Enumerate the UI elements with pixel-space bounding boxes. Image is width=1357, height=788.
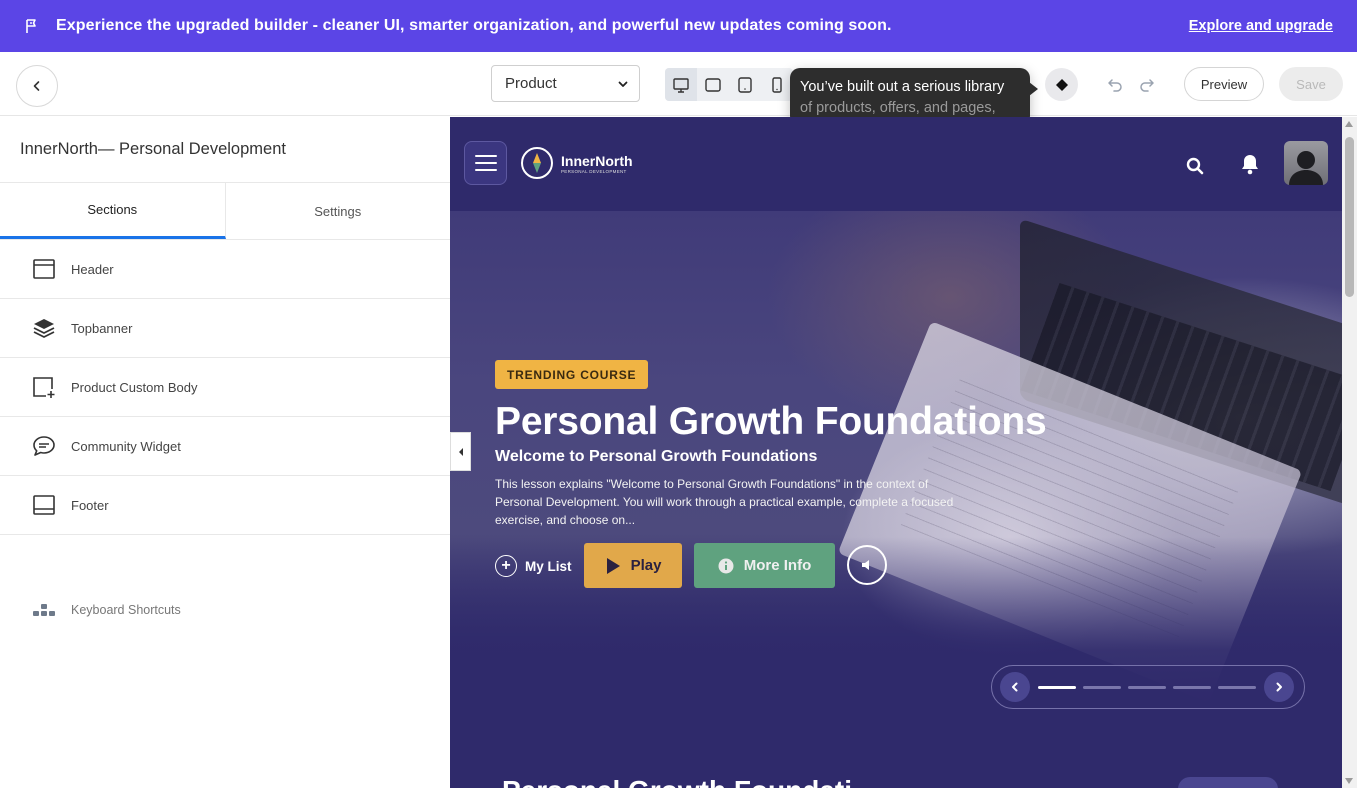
mute-button[interactable] <box>847 545 887 585</box>
my-list-button[interactable]: + My List <box>495 555 572 577</box>
compass-icon <box>521 147 553 179</box>
tablet-portrait-view-button[interactable] <box>729 68 761 101</box>
section-item-header[interactable]: Header <box>0 240 450 299</box>
section-item-label: Header <box>71 261 114 277</box>
bell-icon[interactable] <box>1240 153 1260 180</box>
slide-indicator[interactable] <box>1218 685 1256 689</box>
chevron-right-icon <box>1276 682 1282 692</box>
more-info-label: More Info <box>743 557 812 574</box>
search-icon[interactable] <box>1186 157 1204 180</box>
tab-sections[interactable]: Sections <box>0 183 226 239</box>
collapse-sidebar-button[interactable] <box>450 432 471 471</box>
announcement-message: Experience the upgraded builder - cleane… <box>56 17 892 34</box>
chevron-left-icon <box>1012 682 1018 692</box>
slide-indicator[interactable] <box>1083 685 1121 689</box>
scroll-up-arrow-icon[interactable] <box>1345 121 1353 127</box>
footer-icon <box>32 493 56 517</box>
keyboard-icon <box>32 601 56 619</box>
diamond-icon <box>1055 78 1068 91</box>
hero-title: Personal Growth Foundations <box>495 400 1047 443</box>
preview-navbar: InnerNorth PERSONAL DEVELOPMENT <box>450 117 1342 211</box>
mobile-view-button[interactable] <box>761 68 793 101</box>
page-type-select[interactable]: Product <box>491 65 640 102</box>
section-title-partial: Personal Growth Foundati <box>502 775 852 788</box>
chat-icon <box>32 434 56 458</box>
section-item-label: Product Custom Body <box>71 379 198 395</box>
back-button[interactable] <box>16 65 58 107</box>
brand-tagline: PERSONAL DEVELOPMENT <box>561 168 627 174</box>
builder-toolbar: Product You’ve built out a serious libra… <box>0 52 1357 126</box>
slide-indicators <box>1038 685 1256 689</box>
preview-button[interactable]: Preview <box>1184 67 1264 101</box>
layers-icon <box>32 316 56 340</box>
chevron-down-icon <box>617 78 629 90</box>
my-list-label: My List <box>525 558 572 574</box>
redo-icon <box>1140 79 1154 92</box>
window-icon <box>32 257 56 281</box>
ai-assistant-button[interactable] <box>1045 68 1078 101</box>
next-slide-button[interactable] <box>1264 672 1294 702</box>
more-info-button[interactable]: More Info <box>694 543 835 588</box>
undo-icon <box>1108 79 1122 92</box>
play-button[interactable]: Play <box>584 543 682 588</box>
announcement-bar: Experience the upgraded builder - cleane… <box>0 0 1357 52</box>
section-item-topbanner[interactable]: Topbanner <box>0 299 450 358</box>
hero-subtitle: Welcome to Personal Growth Foundations <box>495 448 818 465</box>
tooltip-line-1: You’ve built out a serious library <box>800 79 1005 95</box>
play-icon <box>606 557 620 574</box>
section-action-pill[interactable] <box>1178 777 1278 788</box>
tooltip-line-2: of products, offers, and pages, <box>800 100 996 116</box>
flag-icon <box>24 18 40 34</box>
site-title: InnerNorth— Personal Development <box>0 117 450 183</box>
sidebar-panel: InnerNorth— Personal Development Section… <box>0 117 450 788</box>
info-icon <box>718 558 734 573</box>
page-type-value: Product <box>505 75 557 92</box>
section-item-label: Footer <box>71 497 109 513</box>
slide-controls <box>991 665 1305 709</box>
preview-scrollbar[interactable] <box>1342 117 1357 788</box>
brand-name: InnerNorth <box>561 152 633 169</box>
caret-left-icon <box>458 447 463 456</box>
trending-badge: TRENDING COURSE <box>495 360 649 389</box>
prev-slide-button[interactable] <box>1000 672 1030 702</box>
speaker-icon <box>862 560 869 570</box>
scroll-down-arrow-icon[interactable] <box>1345 778 1353 784</box>
tablet-landscape-icon <box>705 77 721 92</box>
keyboard-shortcuts-link[interactable]: Keyboard Shortcuts <box>32 601 181 619</box>
tablet-landscape-view-button[interactable] <box>697 68 729 101</box>
sidebar-tabs: Sections Settings <box>0 183 450 240</box>
slide-indicator[interactable] <box>1128 685 1166 689</box>
explore-upgrade-link[interactable]: Explore and upgrade <box>1189 18 1333 34</box>
slide-indicator[interactable] <box>1038 685 1076 689</box>
tablet-portrait-icon <box>738 76 752 93</box>
section-item-footer[interactable]: Footer <box>0 476 450 535</box>
mobile-icon <box>772 76 782 93</box>
chevron-left-icon <box>33 81 40 91</box>
tab-settings[interactable]: Settings <box>226 183 451 239</box>
section-item-label: Community Widget <box>71 438 181 454</box>
brand-logo[interactable]: InnerNorth PERSONAL DEVELOPMENT <box>521 147 633 179</box>
redo-button[interactable] <box>1136 74 1158 96</box>
section-item-product-custom-body[interactable]: Product Custom Body <box>0 358 450 417</box>
scrollbar-thumb[interactable] <box>1345 137 1354 297</box>
plus-circle-icon: + <box>495 555 517 577</box>
hamburger-menu-button[interactable] <box>464 141 507 185</box>
device-switcher <box>665 68 793 101</box>
avatar[interactable] <box>1284 141 1328 185</box>
desktop-view-button[interactable] <box>665 68 697 101</box>
slide-indicator[interactable] <box>1173 685 1211 689</box>
hero-description: This lesson explains "Welcome to Persona… <box>495 477 954 527</box>
play-label: Play <box>630 557 662 574</box>
section-item-community-widget[interactable]: Community Widget <box>0 417 450 476</box>
add-box-icon <box>32 375 56 399</box>
undo-button[interactable] <box>1104 74 1126 96</box>
keyboard-shortcuts-label: Keyboard Shortcuts <box>71 603 181 617</box>
page-preview-canvas[interactable]: InnerNorth PERSONAL DEVELOPMENT TRENDING… <box>450 117 1342 788</box>
section-item-label: Topbanner <box>71 320 133 336</box>
desktop-icon <box>673 77 689 93</box>
save-button[interactable]: Save <box>1279 67 1343 101</box>
